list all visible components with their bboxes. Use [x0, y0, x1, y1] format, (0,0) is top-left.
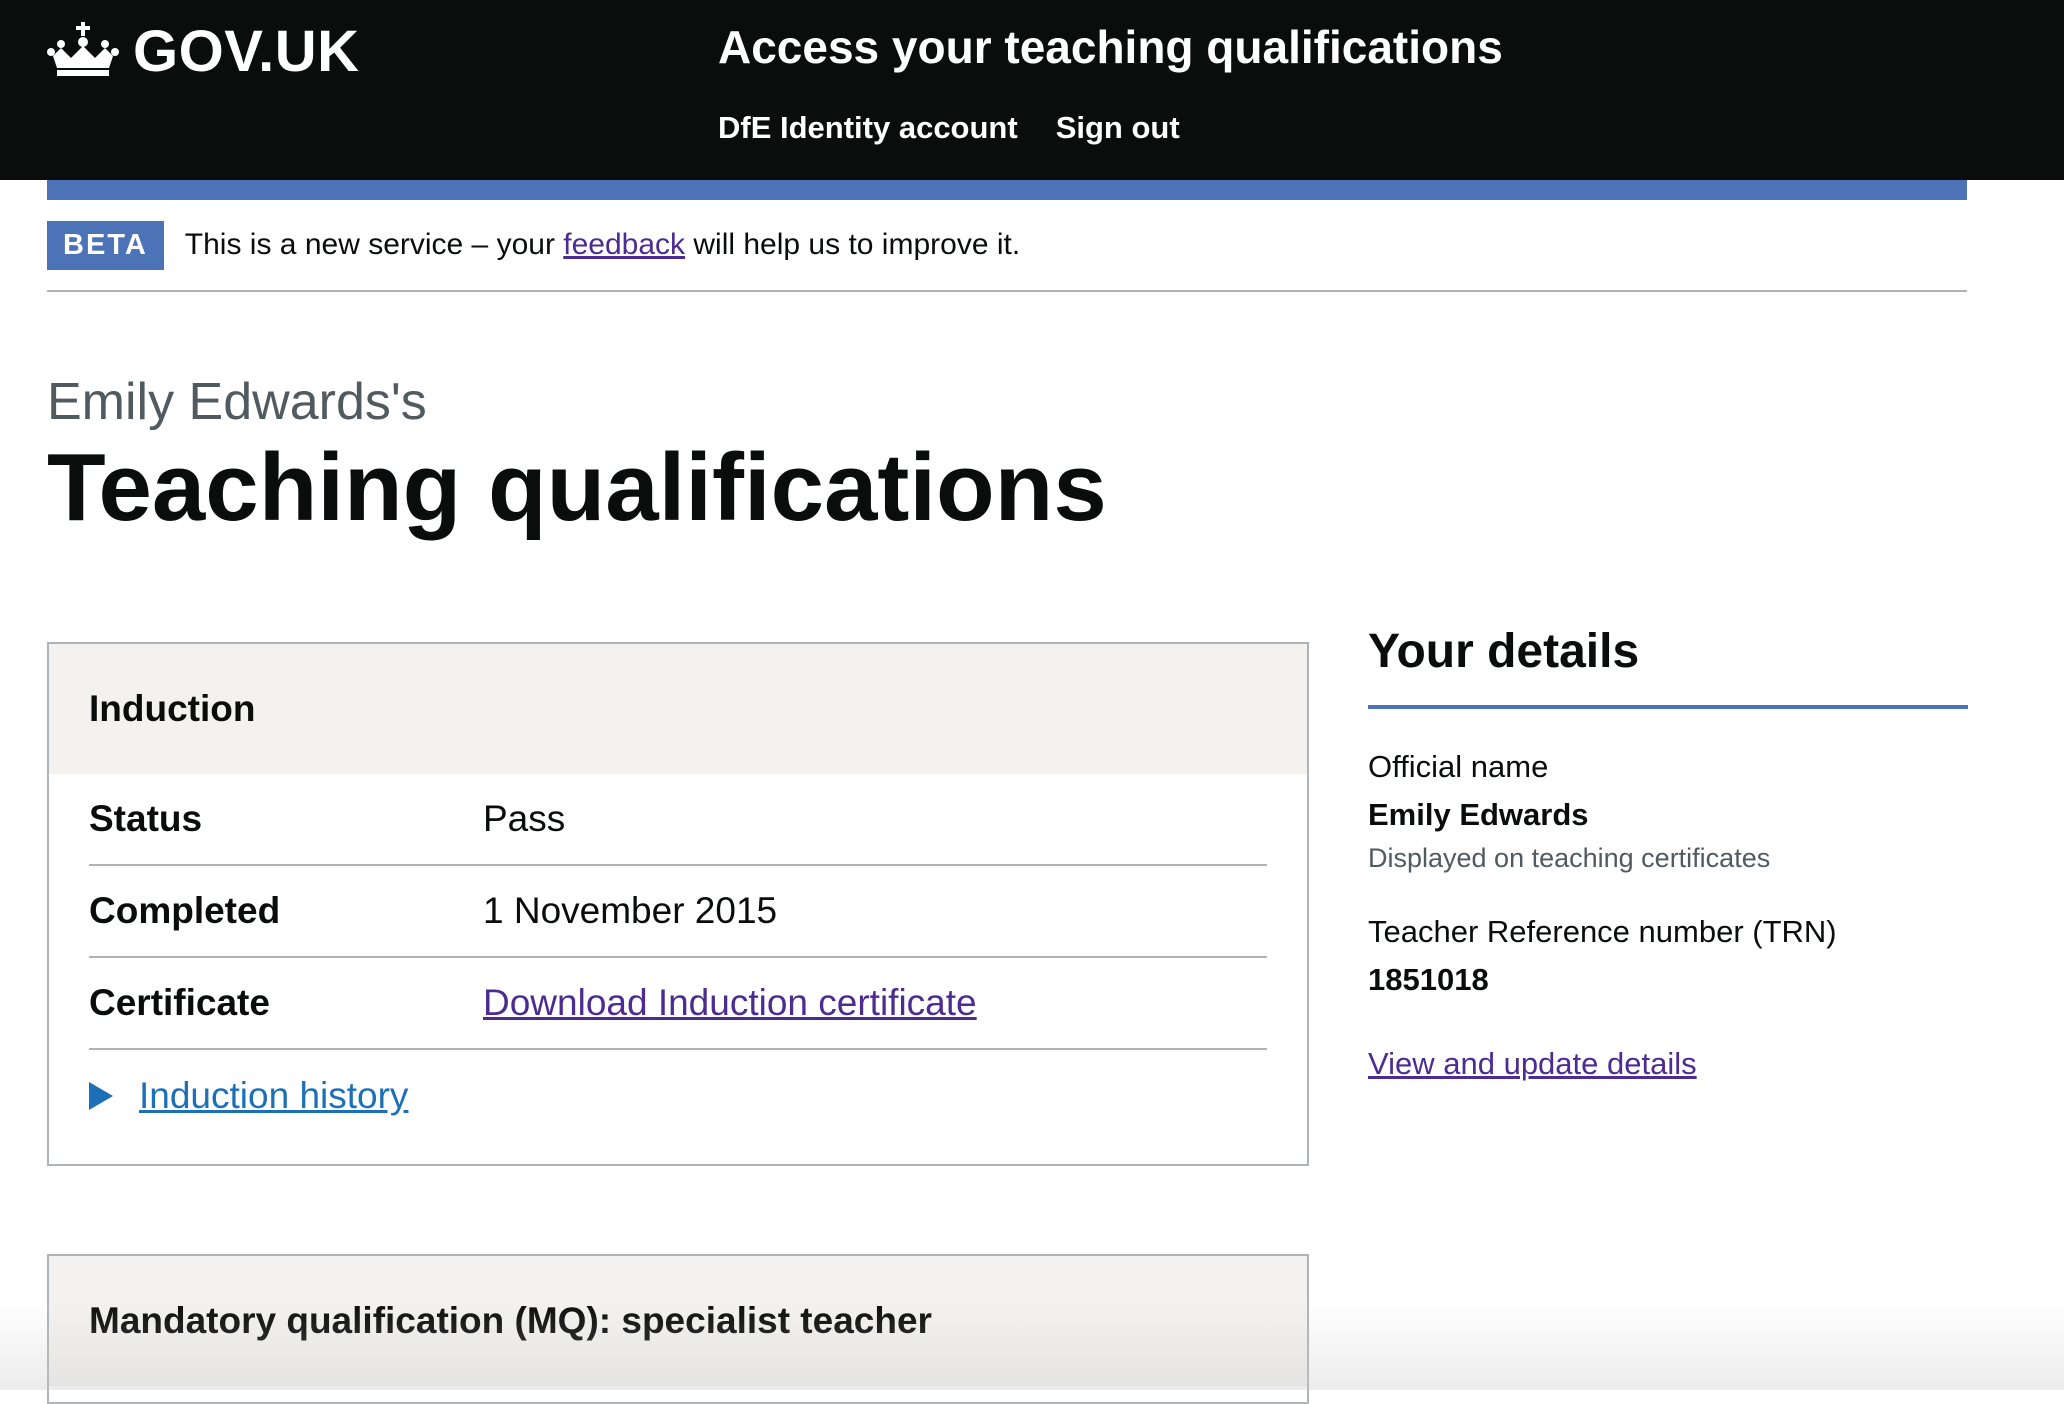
feedback-link[interactable]: feedback	[563, 228, 685, 261]
beta-tag: BETA	[47, 220, 164, 270]
dfe-identity-account-link[interactable]: DfE Identity account	[718, 110, 1018, 146]
induction-card-header: Induction	[49, 644, 1307, 774]
your-details-panel: Your details Official name Emily Edwards…	[1368, 624, 1968, 1082]
certificate-key: Certificate	[89, 982, 270, 1023]
induction-history-details[interactable]: Induction history	[89, 1050, 1267, 1142]
induction-card: Induction Status Pass Completed 1 Novemb…	[47, 642, 1309, 1166]
phase-banner: BETA This is a new service – your feedba…	[47, 200, 1967, 292]
your-details-heading: Your details	[1368, 624, 1968, 709]
induction-summary-list: Status Pass Completed 1 November 2015 Ce…	[49, 774, 1307, 1164]
summary-row-completed: Completed 1 November 2015	[89, 866, 1267, 958]
govuk-logo-link[interactable]: GOV.UK	[47, 18, 359, 85]
summary-row-certificate: Certificate Download Induction certifica…	[89, 958, 1267, 1050]
completed-key: Completed	[89, 890, 281, 931]
phase-text-after: will help us to improve it.	[685, 228, 1021, 261]
mq-card: Mandatory qualification (MQ): specialist…	[47, 1254, 1309, 1404]
page-caption: Emily Edwards's	[47, 373, 427, 431]
page-title: Teaching qualifications	[47, 434, 1107, 541]
sign-out-link[interactable]: Sign out	[1056, 110, 1180, 146]
trn-value: 1851018	[1368, 962, 1489, 997]
triangle-right-icon	[89, 1082, 113, 1110]
status-key: Status	[89, 798, 203, 839]
phase-text-before: This is a new service – your	[184, 228, 564, 261]
header-accent-bar	[47, 180, 1967, 200]
site-header: GOV.UK Access your teaching qualificatio…	[0, 0, 2064, 180]
status-value: Pass	[483, 798, 566, 839]
header-navigation: DfE Identity account Sign out	[718, 110, 1180, 146]
induction-heading: Induction	[89, 688, 256, 729]
govuk-logo-text: GOV.UK	[133, 19, 360, 84]
completed-value: 1 November 2015	[483, 890, 778, 931]
certificate-value: Download Induction certificate	[483, 982, 977, 1024]
official-name-hint: Displayed on teaching certificates	[1368, 843, 1771, 873]
crown-icon	[47, 20, 119, 83]
official-name-value: Emily Edwards	[1368, 797, 1589, 832]
induction-history-link[interactable]: Induction history	[139, 1075, 408, 1117]
download-induction-certificate-link[interactable]: Download Induction certificate	[483, 982, 977, 1023]
service-name-link[interactable]: Access your teaching qualifications	[718, 20, 1503, 74]
mq-card-header: Mandatory qualification (MQ): specialist…	[49, 1256, 1307, 1386]
phase-banner-text: This is a new service – your feedback wi…	[185, 228, 1020, 262]
official-name-label: Official name	[1368, 749, 1549, 784]
mq-heading: Mandatory qualification (MQ): specialist…	[89, 1300, 932, 1341]
trn-label: Teacher Reference number (TRN)	[1368, 914, 1837, 949]
summary-row-status: Status Pass	[89, 774, 1267, 866]
view-and-update-details-link[interactable]: View and update details	[1368, 1046, 1697, 1082]
